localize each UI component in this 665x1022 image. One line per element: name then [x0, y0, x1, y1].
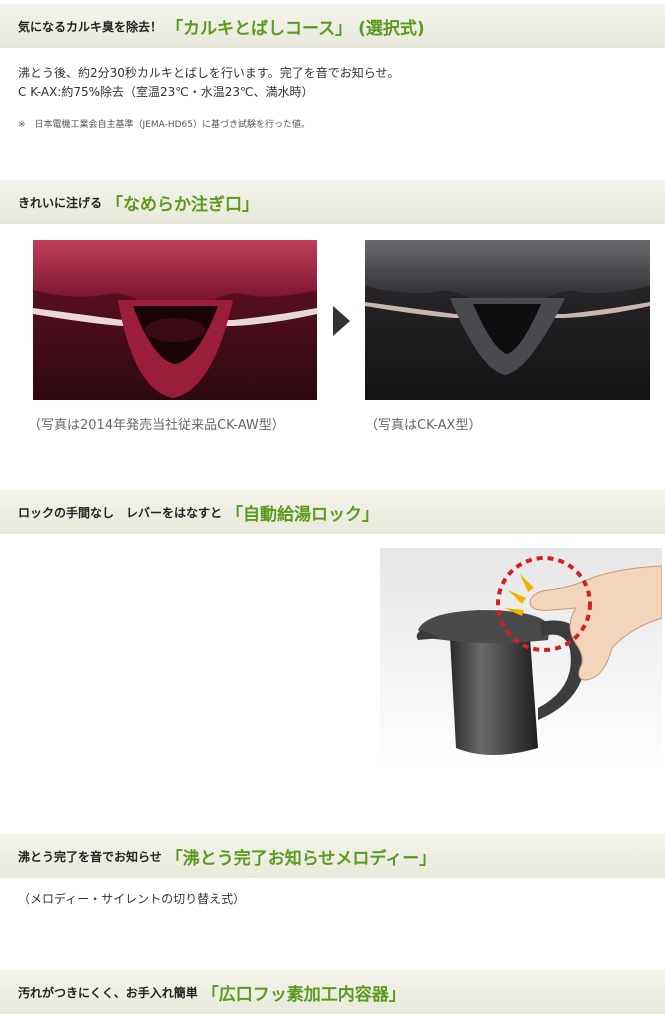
feature-title: 「広口フッ素加工内容器」 — [201, 984, 406, 1005]
spout-photo-gray — [365, 240, 650, 400]
photo-caption-new: （写真はCK-AX型） — [365, 418, 482, 433]
auto-lock-illustration — [380, 548, 662, 772]
section-header-melody: 沸とう完了を音でお知らせ 「沸とう完了お知らせメロディー」 — [0, 834, 665, 878]
photo-caption-old: （写真は2014年発売当社従来品CK-AW型） — [28, 418, 285, 433]
section-header-lock: ロックの手間なし レバーをはなすと 「自動給湯ロック」 — [0, 490, 665, 534]
section-header-chlorine: 気になるカルキ臭を除去！ 「カルキとばしコース」 (選択式) — [0, 4, 665, 48]
section-header-spout: きれいに注げる 「なめらか注ぎ口」 — [0, 180, 665, 224]
section-lead: ロックの手間なし レバーをはなすと — [18, 505, 223, 520]
feature-title: 「自動給湯ロック」 — [226, 504, 380, 525]
section-lead: 汚れがつきにくく、お手入れ簡単 — [18, 985, 198, 1000]
feature-title: 「沸とう完了お知らせメロディー」 — [165, 848, 437, 869]
comparison-arrow-icon — [333, 306, 350, 336]
description-line: （メロディー・サイレントの切り替え式） — [18, 892, 246, 906]
section-header-inner-pot: 汚れがつきにくく、お手入れ簡単 「広口フッ素加工内容器」 — [0, 970, 665, 1014]
description-line: C K-AX:約75%除去（室温23℃・水温23℃、満水時） — [18, 85, 314, 99]
section-lead: 気になるカルキ臭を除去！ — [18, 19, 163, 34]
section-lead: 沸とう完了を音でお知らせ — [18, 849, 162, 864]
feature-suffix: (選択式) — [358, 18, 425, 39]
footnote: ※ 日本電機工業会自主基準（JEMA-HD65）に基づき試験を行った値。 — [18, 120, 311, 130]
feature-title: 「なめらか注ぎ口」 — [106, 194, 260, 215]
feature-title: 「カルキとばしコース」 (選択式) — [166, 18, 425, 39]
spout-photo-red — [33, 240, 317, 400]
section-lead: きれいに注げる — [18, 195, 103, 210]
description-line: 沸とう後、約2分30秒カルキとばしを行います。完了を音でお知らせ。 — [18, 66, 400, 80]
